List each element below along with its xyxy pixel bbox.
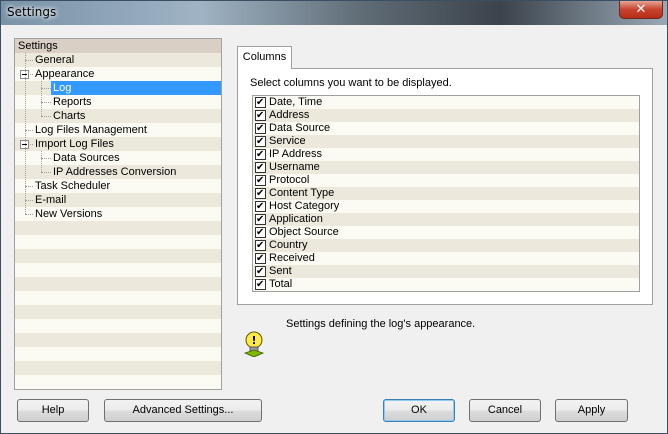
tab-columns-label: Columns [242,51,287,63]
column-item[interactable]: Sent [253,265,639,278]
column-item[interactable]: Address [253,109,639,122]
tree-item[interactable]: General [15,53,221,67]
column-item[interactable]: Total [253,278,639,291]
tree-item-label: Import Log Files [35,138,114,150]
column-item-label: Sent [269,265,292,277]
columns-description: Select columns you want to be displayed. [250,77,452,89]
column-item-label: Service [269,135,306,147]
columns-list[interactable]: Date, TimeAddressData SourceServiceIP Ad… [252,95,640,292]
checkbox[interactable] [255,109,266,122]
column-item-label: Total [269,278,293,290]
tree-item[interactable]: New Versions [15,207,221,221]
tree-item-label: Charts [53,110,86,122]
tree-item[interactable]: E-mail [15,193,221,207]
column-item-label: Content Type [269,187,335,199]
tree-item[interactable]: Task Scheduler [15,179,221,193]
tree-item[interactable]: Log Files Management [15,123,221,137]
tree-item-label: Reports [53,96,92,108]
column-item-label: Application [269,213,323,225]
column-item[interactable]: Date, Time [253,96,639,109]
checkbox[interactable] [255,161,266,174]
checkbox[interactable] [255,252,266,265]
tree-item[interactable]: Charts [15,109,221,123]
close-icon: ✕ [635,2,647,17]
tree-item[interactable]: Import Log Files [15,137,221,151]
column-item[interactable]: Service [253,135,639,148]
window-title: Settings [7,5,57,19]
info-text: Settings defining the log's appearance. [286,318,476,330]
tree-item[interactable]: Log [15,81,221,95]
tree-item-label: General [35,54,75,66]
checkbox[interactable] [255,226,266,239]
settings-window: Settings ✕ Settings General Appearance Log R… [0,0,668,434]
title-bar[interactable]: Settings ✕ [1,1,667,25]
column-item[interactable]: Protocol [253,174,639,187]
tree-item[interactable]: Appearance [15,67,221,81]
checkbox[interactable] [255,135,266,148]
close-button[interactable]: ✕ [619,1,663,19]
info-bulb-icon: ! [243,331,265,357]
checkbox[interactable] [255,148,266,161]
column-item[interactable]: Data Source [253,122,639,135]
tree-item-label: Log Files Management [35,124,147,136]
tree-item-label: Log [52,81,73,95]
tree-item[interactable]: Settings [15,39,221,53]
svg-text:!: ! [251,334,256,347]
checkbox[interactable] [255,96,266,109]
tree-item-label: Settings [18,40,58,52]
column-item[interactable]: Country [253,239,639,252]
column-item-label: Protocol [269,174,310,186]
column-item-label: Received [269,252,315,264]
tree-item[interactable]: IP Addresses Conversion [15,165,221,179]
checkbox[interactable] [255,278,266,291]
columns-panel: Select columns you want to be displayed.… [237,68,653,305]
column-item[interactable]: Application [253,213,639,226]
help-button[interactable]: Help [17,399,89,422]
column-item-label: Country [269,239,308,251]
checkbox[interactable] [255,213,266,226]
checkbox[interactable] [255,174,266,187]
column-item[interactable]: Username [253,161,639,174]
tree-item-label: IP Addresses Conversion [53,166,177,178]
checkbox[interactable] [255,200,266,213]
tree-item-label: E-mail [35,194,67,206]
column-item-label: Date, Time [269,96,323,108]
tree-item-label: New Versions [35,208,103,220]
checkbox[interactable] [255,239,266,252]
dialog-body: Settings General Appearance Log Reports Chart… [6,26,663,429]
column-item[interactable]: Object Source [253,226,639,239]
column-item[interactable]: Received [253,252,639,265]
column-item[interactable]: IP Address [253,148,639,161]
column-item[interactable]: Host Category [253,200,639,213]
tree-item[interactable]: Data Sources [15,151,221,165]
tree-item-label: Data Sources [53,152,120,164]
column-item-label: Address [269,109,310,121]
tree-item-label: Appearance [35,68,95,80]
apply-button[interactable]: Apply [555,399,628,422]
advanced-settings-button[interactable]: Advanced Settings... [104,399,262,422]
tab-columns[interactable]: Columns [237,46,292,69]
tree-item[interactable]: Reports [15,95,221,109]
tree-item-label: Task Scheduler [35,180,111,192]
ok-button[interactable]: OK [383,399,455,422]
checkbox[interactable] [255,265,266,278]
column-item-label: IP Address [269,148,322,160]
column-item-label: Host Category [269,200,340,212]
cancel-button[interactable]: Cancel [469,399,541,422]
column-item-label: Data Source [269,122,331,134]
column-item-label: Object Source [269,226,339,238]
checkbox[interactable] [255,187,266,200]
settings-tree[interactable]: Settings General Appearance Log Reports Chart… [14,38,222,390]
column-item-label: Username [269,161,320,173]
checkbox[interactable] [255,122,266,135]
column-item[interactable]: Content Type [253,187,639,200]
